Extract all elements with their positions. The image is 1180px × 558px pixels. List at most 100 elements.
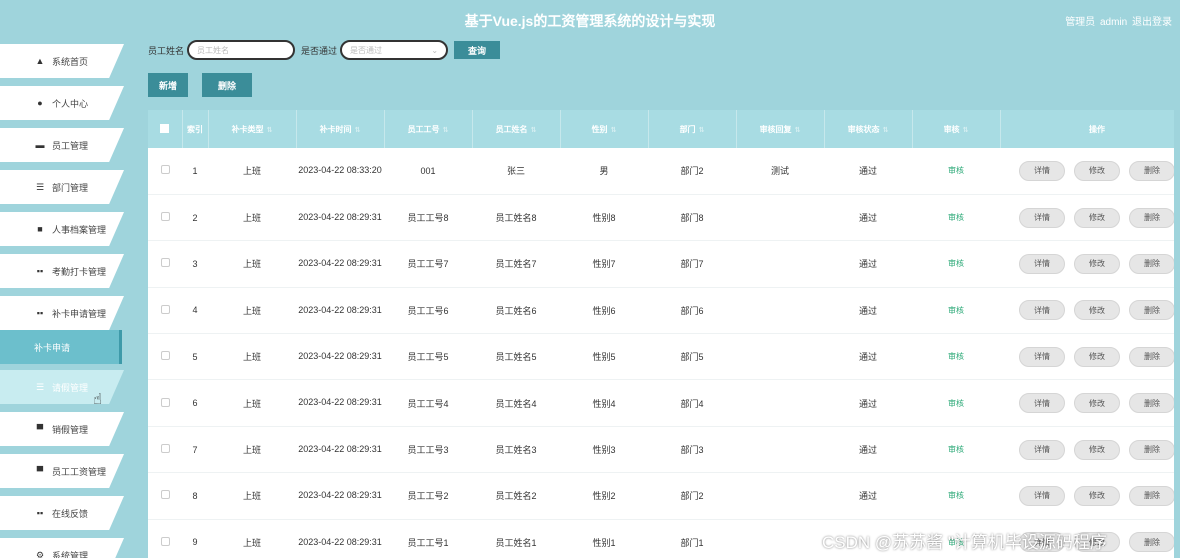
row-select-cell[interactable] (148, 426, 182, 472)
submenu-item-makeup[interactable]: 补卡申请 (0, 330, 122, 364)
sidebar-item-employees[interactable]: ▬ 员工管理 (0, 128, 124, 162)
detail-button[interactable]: 详情 (1019, 160, 1065, 181)
sort-icon[interactable]: ⇅ (443, 127, 449, 134)
sidebar-item-leave-cancel[interactable]: ▀ 销假管理 (0, 412, 124, 446)
row-checkbox[interactable] (160, 397, 170, 407)
edit-button[interactable]: 修改 (1074, 393, 1120, 414)
edit-button[interactable]: 修改 (1074, 253, 1120, 274)
row-select-cell[interactable] (148, 334, 182, 380)
review-link[interactable]: 审核 (948, 399, 964, 408)
detail-button[interactable]: 详情 (1019, 207, 1065, 228)
sidebar-item-archives[interactable]: ■ 人事档案管理 (0, 212, 124, 246)
row-delete-button[interactable]: 删除 (1129, 532, 1174, 553)
col-emp-id[interactable]: 员工工号 ⇅ (384, 110, 473, 148)
col-reply[interactable]: 审核回复 ⇅ (736, 110, 825, 148)
query-button[interactable]: 查询 (454, 41, 501, 59)
row-select-cell[interactable] (148, 519, 182, 558)
review-link[interactable]: 审核 (948, 259, 964, 268)
sort-icon[interactable]: ⇅ (699, 127, 705, 134)
col-emp-name[interactable]: 员工姓名 ⇅ (472, 110, 561, 148)
sort-icon[interactable]: ⇅ (531, 127, 537, 134)
edit-button[interactable]: 修改 (1074, 485, 1120, 506)
sidebar-item-makeup-apply[interactable]: ▪▪ 补卡申请管理 (0, 296, 124, 330)
detail-button[interactable]: 详情 (1019, 253, 1065, 274)
detail-button[interactable]: 详情 (1019, 485, 1065, 506)
table-row[interactable]: 2 上班 2023-04-22 08:29:31 员工工号8 员工姓名8 性别8 部门8 通过… (148, 194, 1174, 241)
row-delete-button[interactable]: 删除 (1129, 160, 1174, 181)
delete-button[interactable]: 删除 (202, 73, 252, 97)
row-select-cell[interactable] (148, 380, 182, 426)
row-delete-button[interactable]: 删除 (1129, 253, 1174, 274)
detail-button[interactable]: 详情 (1019, 346, 1065, 367)
sidebar-item-feedback[interactable]: ▪▪ 在线反馈 (0, 496, 124, 530)
col-gender[interactable]: 性别 ⇅ (560, 110, 649, 148)
table-row[interactable]: 8 上班 2023-04-22 08:29:31 员工工号2 员工姓名2 性别2 部门2 通过… (148, 473, 1174, 520)
review-link[interactable]: 审核 (948, 166, 964, 175)
logout-link[interactable]: 退出登录 (1132, 17, 1172, 28)
table-row[interactable]: 6 上班 2023-04-22 08:29:31 员工工号4 员工姓名4 性别4 部门4 通过… (148, 380, 1174, 427)
row-checkbox[interactable] (160, 444, 170, 454)
add-button[interactable]: 新增 (148, 73, 188, 97)
select-all-header[interactable] (148, 110, 183, 148)
review-link[interactable]: 审核 (948, 306, 964, 315)
row-checkbox[interactable] (160, 258, 170, 268)
pass-select[interactable]: 是否通过 ⌄ (340, 40, 449, 60)
cell-type: 上班 (242, 398, 261, 409)
sidebar-item-profile[interactable]: ● 个人中心 (0, 86, 124, 120)
sidebar-item-system[interactable]: ⚙ 系统管理 (0, 538, 124, 558)
row-select-cell[interactable] (148, 287, 182, 333)
edit-button[interactable]: 修改 (1074, 300, 1120, 321)
row-delete-button[interactable]: 删除 (1129, 346, 1174, 367)
sidebar-item-departments[interactable]: ☰ 部门管理 (0, 170, 124, 204)
col-review[interactable]: 审核 ⇅ (912, 110, 1001, 148)
edit-button[interactable]: 修改 (1074, 207, 1120, 228)
row-select-cell[interactable] (148, 148, 182, 194)
row-delete-button[interactable]: 删除 (1129, 300, 1174, 321)
edit-button[interactable]: 修改 (1074, 439, 1120, 460)
sort-icon[interactable]: ⇅ (355, 127, 361, 134)
col-type[interactable]: 补卡类型 ⇅ (208, 110, 297, 148)
table-row[interactable]: 1 上班 2023-04-22 08:33:20 001 张三 男 部门2 测试 通过 审核 详情修… (148, 148, 1174, 195)
edit-button[interactable]: 修改 (1074, 160, 1120, 181)
table-row[interactable]: 7 上班 2023-04-22 08:29:31 员工工号3 员工姓名3 性别3 部门3 通过… (148, 426, 1174, 473)
review-link[interactable]: 审核 (948, 491, 964, 500)
row-select-cell[interactable] (148, 241, 182, 287)
edit-button[interactable]: 修改 (1074, 346, 1120, 367)
detail-button[interactable]: 详情 (1019, 393, 1065, 414)
sidebar-item-attendance[interactable]: ▪▪ 考勤打卡管理 (0, 254, 124, 288)
cell-status: 通过 (858, 166, 877, 177)
sort-icon[interactable]: ⇅ (795, 127, 801, 134)
table-row[interactable]: 4 上班 2023-04-22 08:29:31 员工工号6 员工姓名6 性别6 部门6 通过… (148, 287, 1174, 334)
col-time[interactable]: 补卡时间 ⇅ (296, 110, 385, 148)
row-checkbox[interactable] (160, 490, 170, 500)
sidebar-item-salary[interactable]: ▀ 员工工资管理 (0, 454, 124, 488)
row-delete-button[interactable]: 删除 (1129, 439, 1174, 460)
sort-icon[interactable]: ⇅ (963, 127, 969, 134)
sort-icon[interactable]: ⇅ (883, 127, 889, 134)
review-link[interactable]: 审核 (948, 445, 964, 454)
row-checkbox[interactable] (160, 536, 170, 546)
table-row[interactable]: 3 上班 2023-04-22 08:29:31 员工工号7 员工姓名7 性别7 部门7 通过… (148, 241, 1174, 288)
row-checkbox[interactable] (160, 351, 170, 361)
sort-icon[interactable]: ⇅ (267, 127, 273, 134)
col-status[interactable]: 审核状态 ⇅ (824, 110, 913, 148)
row-checkbox[interactable] (160, 304, 170, 314)
sort-icon[interactable]: ⇅ (611, 127, 617, 134)
sidebar-item-home[interactable]: ▲ 系统首页 (0, 44, 124, 78)
col-dept[interactable]: 部门 ⇅ (648, 110, 737, 148)
row-delete-button[interactable]: 删除 (1129, 393, 1174, 414)
row-checkbox[interactable] (160, 212, 170, 222)
row-checkbox[interactable] (160, 165, 170, 175)
review-link[interactable]: 审核 (948, 213, 964, 222)
review-link[interactable]: 审核 (948, 352, 964, 361)
row-delete-button[interactable]: 删除 (1129, 485, 1174, 506)
row-select-cell[interactable] (148, 473, 182, 519)
row-select-cell[interactable] (148, 194, 182, 240)
detail-button[interactable]: 详情 (1019, 439, 1065, 460)
name-search-input[interactable]: 员工姓名 (187, 40, 296, 60)
select-all-checkbox[interactable] (160, 123, 170, 133)
sidebar-item-leave[interactable]: ☰ 请假管理 (0, 370, 124, 404)
table-row[interactable]: 5 上班 2023-04-22 08:29:31 员工工号5 员工姓名5 性别5 部门5 通过… (148, 334, 1174, 380)
row-delete-button[interactable]: 删除 (1129, 207, 1174, 228)
detail-button[interactable]: 详情 (1019, 300, 1065, 321)
